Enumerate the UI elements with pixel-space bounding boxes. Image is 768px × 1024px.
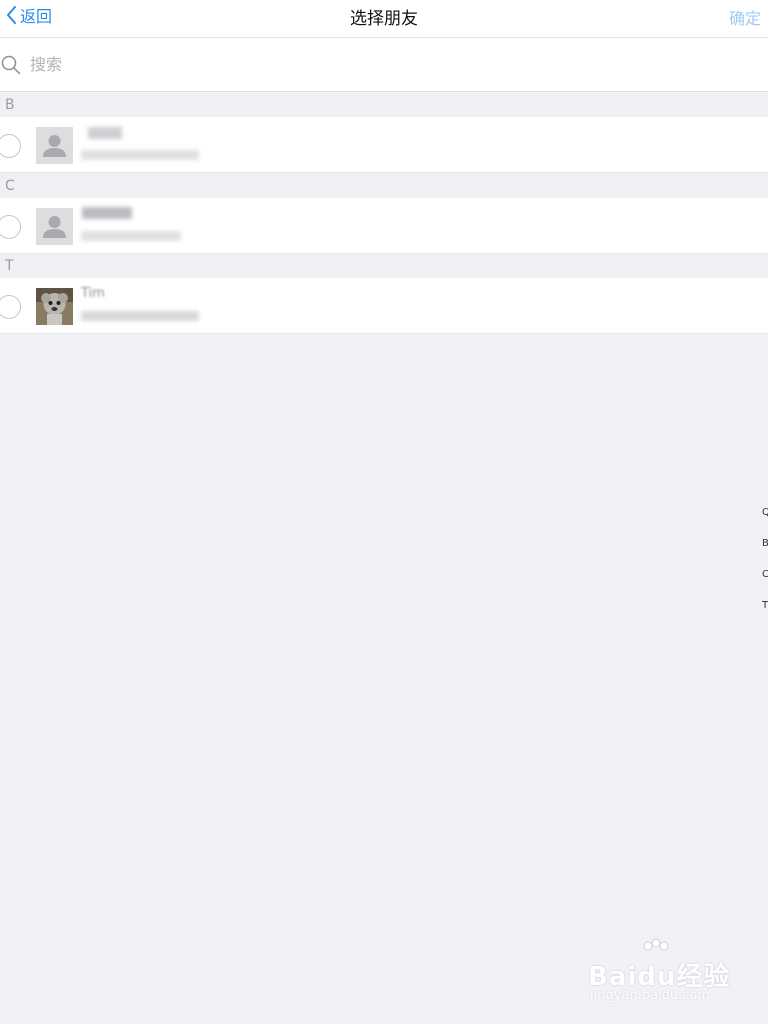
search-input[interactable]	[30, 52, 730, 76]
index-letter[interactable]: C	[758, 568, 768, 599]
index-letter[interactable]: B	[758, 537, 768, 568]
watermark-url: jingyan.baidu.com	[590, 988, 710, 1003]
search-bar	[0, 38, 768, 92]
dog-photo-avatar-icon	[36, 288, 73, 325]
blurred-subtitle	[81, 231, 181, 241]
blurred-subtitle	[81, 311, 199, 321]
section-header-b: B	[0, 93, 768, 117]
select-radio[interactable]	[0, 215, 21, 239]
contact-row[interactable]: Tim	[0, 278, 768, 334]
default-avatar-icon	[36, 127, 73, 164]
avatar	[36, 127, 73, 164]
contact-name: Tim	[81, 286, 105, 301]
blurred-name	[88, 127, 122, 139]
default-avatar-icon	[36, 208, 73, 245]
select-radio[interactable]	[0, 295, 21, 319]
alphabet-index-bar[interactable]: Q B C T	[758, 506, 768, 630]
search-icon	[1, 55, 21, 75]
index-letter[interactable]: Q	[758, 506, 768, 537]
index-letter[interactable]: T	[758, 599, 768, 630]
blurred-subtitle	[81, 150, 199, 160]
avatar	[36, 288, 73, 325]
section-header-t: T	[0, 254, 768, 278]
page-title: 选择朋友	[350, 9, 418, 29]
blurred-name	[82, 207, 132, 219]
navigation-bar: 返回 选择朋友 确定	[0, 0, 768, 38]
watermark: Baidu经验 jingyan.baidu.com	[588, 938, 738, 1008]
avatar	[36, 208, 73, 245]
contact-row[interactable]	[0, 117, 768, 173]
section-header-c: C	[0, 174, 768, 198]
select-radio[interactable]	[0, 134, 21, 158]
contact-row[interactable]	[0, 198, 768, 254]
confirm-button[interactable]: 确定	[729, 5, 761, 29]
